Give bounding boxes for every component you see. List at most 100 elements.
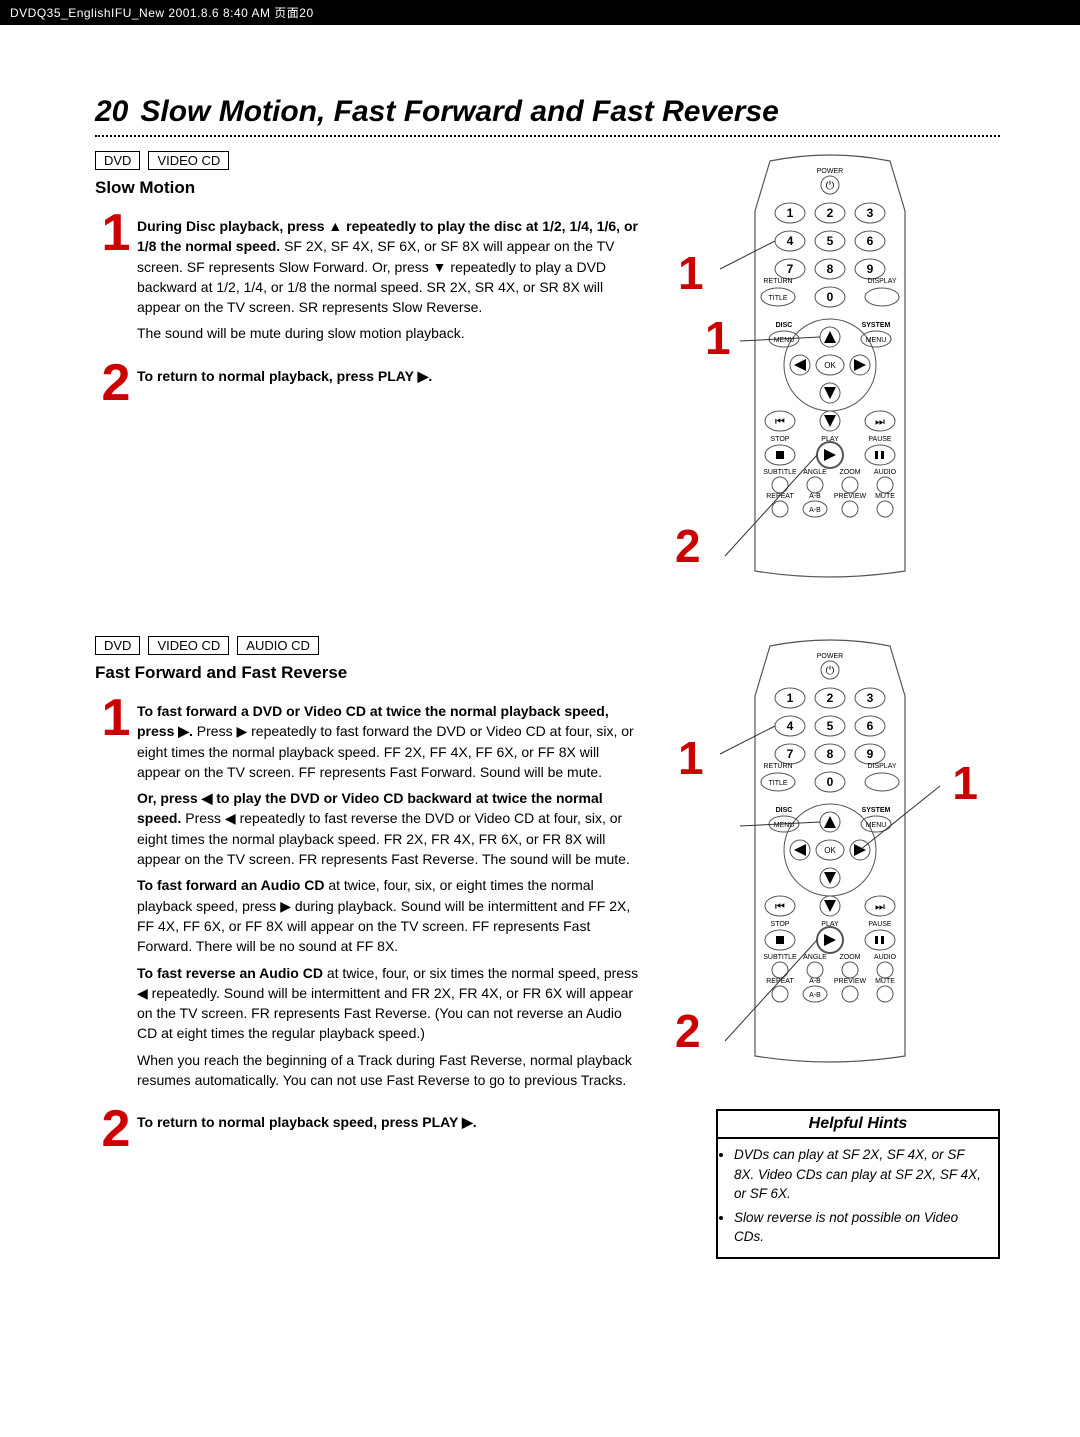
fast-section: DVD VIDEO CD AUDIO CD Fast Forward and F… — [95, 636, 1000, 1259]
svg-text:OK: OK — [824, 846, 836, 855]
callout-2: 2 — [675, 519, 701, 573]
callout-2b: 2 — [675, 1004, 701, 1058]
svg-text:RETURN: RETURN — [763, 278, 792, 285]
svg-text:⏮: ⏮ — [775, 901, 785, 913]
svg-text:STOP: STOP — [771, 921, 790, 928]
svg-text:5: 5 — [827, 234, 834, 248]
svg-text:1: 1 — [787, 206, 794, 220]
page-content: 20 Slow Motion, Fast Forward and Fast Re… — [0, 25, 1080, 1299]
svg-text:SYSTEM: SYSTEM — [862, 807, 891, 814]
slow-motion-heading: Slow Motion — [95, 178, 640, 198]
hint-item: DVDs can play at SF 2X, SF 4X, or SF 8X.… — [734, 1145, 988, 1204]
svg-text:⏻: ⏻ — [826, 665, 835, 677]
slow-step2-text: To return to normal playback, press PLAY… — [137, 366, 432, 386]
svg-text:A-B: A-B — [809, 992, 821, 999]
remote-figure-1: 1 1 2 POWER⏻1234567890RETURNTITLEDISPLAY… — [680, 151, 980, 581]
svg-text:DISPLAY: DISPLAY — [867, 763, 896, 770]
svg-text:PAUSE: PAUSE — [868, 921, 892, 928]
page-title: Slow Motion, Fast Forward and Fast Rever… — [140, 95, 778, 129]
svg-text:MENU: MENU — [866, 337, 887, 344]
svg-text:OK: OK — [824, 361, 836, 370]
callout-1a: 1 — [678, 246, 704, 300]
tag-video-cd: VIDEO CD — [148, 151, 229, 170]
hints-list: DVDs can play at SF 2X, SF 4X, or SF 8X.… — [734, 1145, 988, 1247]
svg-text:ZOOM: ZOOM — [840, 469, 861, 476]
svg-text:TITLE: TITLE — [768, 780, 787, 787]
svg-text:⏭: ⏭ — [875, 901, 885, 913]
fast-p4-lead: To fast reverse an Audio CD — [137, 965, 323, 981]
svg-text:9: 9 — [867, 747, 874, 761]
step-number-1b: 1 — [95, 695, 137, 742]
svg-text:⏭: ⏭ — [875, 416, 885, 428]
fast-p1-body: Press ▶ repeatedly to fast forward the D… — [137, 723, 634, 780]
svg-text:2: 2 — [827, 206, 834, 220]
step-number-2: 2 — [95, 360, 137, 407]
svg-text:ANGLE: ANGLE — [803, 469, 827, 476]
callout-1b: 1 — [705, 311, 731, 365]
svg-text:STOP: STOP — [771, 436, 790, 443]
svg-text:ANGLE: ANGLE — [803, 954, 827, 961]
svg-text:⏮: ⏮ — [775, 416, 785, 428]
svg-text:4: 4 — [787, 719, 794, 733]
svg-text:9: 9 — [867, 262, 874, 276]
slow-step-1: 1 During Disc playback, press ▲ repeated… — [95, 210, 640, 350]
svg-text:DISC: DISC — [776, 322, 793, 329]
slow-step1-tail: The sound will be mute during slow motio… — [137, 323, 640, 343]
fast-step2-text: To return to normal playback speed, pres… — [137, 1112, 477, 1132]
hint-item: Slow reverse is not possible on Video CD… — [734, 1208, 988, 1247]
svg-text:0: 0 — [827, 775, 834, 789]
svg-text:ZOOM: ZOOM — [840, 954, 861, 961]
svg-text:⏻: ⏻ — [826, 180, 835, 192]
svg-text:MUTE: MUTE — [875, 978, 895, 985]
svg-text:AUDIO: AUDIO — [874, 954, 897, 961]
tag-audio-cd: AUDIO CD — [237, 636, 319, 655]
svg-text:A-B: A-B — [809, 493, 821, 500]
svg-text:7: 7 — [787, 262, 794, 276]
svg-text:REPEAT: REPEAT — [766, 978, 794, 985]
svg-text:8: 8 — [827, 262, 834, 276]
svg-text:REPEAT: REPEAT — [766, 493, 794, 500]
hints-title: Helpful Hints — [718, 1111, 998, 1139]
callout-1c: 1 — [678, 731, 704, 785]
svg-text:SUBTITLE: SUBTITLE — [763, 954, 797, 961]
tag-dvd-2: DVD — [95, 636, 140, 655]
fast-step-1: 1 To fast forward a DVD or Video CD at t… — [95, 695, 640, 1096]
step-number-2b: 2 — [95, 1106, 137, 1153]
svg-text:1: 1 — [787, 691, 794, 705]
svg-text:3: 3 — [867, 691, 874, 705]
fast-p2-body: Press ◀ repeatedly to fast reverse the D… — [137, 810, 630, 867]
svg-text:A-B: A-B — [809, 507, 821, 514]
slow-step-2: 2 To return to normal playback, press PL… — [95, 360, 640, 407]
svg-text:DISPLAY: DISPLAY — [867, 278, 896, 285]
svg-text:6: 6 — [867, 234, 874, 248]
page-number: 20 — [95, 95, 128, 129]
svg-text:SYSTEM: SYSTEM — [862, 322, 891, 329]
svg-text:MUTE: MUTE — [875, 493, 895, 500]
svg-text:SUBTITLE: SUBTITLE — [763, 469, 797, 476]
fast-p3-lead: To fast forward an Audio CD — [137, 877, 324, 893]
svg-text:4: 4 — [787, 234, 794, 248]
svg-text:2: 2 — [827, 691, 834, 705]
title-rule — [95, 135, 1000, 137]
print-header: DVDQ35_EnglishIFU_New 2001.8.6 8:40 AM 页… — [0, 0, 1080, 25]
slow-motion-section: DVD VIDEO CD Slow Motion 1 During Disc p… — [95, 151, 1000, 606]
svg-text:8: 8 — [827, 747, 834, 761]
helpful-hints-box: Helpful Hints DVDs can play at SF 2X, SF… — [716, 1109, 1000, 1259]
fast-heading: Fast Forward and Fast Reverse — [95, 663, 640, 683]
svg-text:PREVIEW: PREVIEW — [834, 978, 867, 985]
svg-text:MENU: MENU — [866, 822, 887, 829]
svg-text:DISC: DISC — [776, 807, 793, 814]
svg-text:POWER: POWER — [817, 168, 843, 175]
svg-text:5: 5 — [827, 719, 834, 733]
svg-text:A-B: A-B — [809, 978, 821, 985]
svg-text:7: 7 — [787, 747, 794, 761]
svg-text:PREVIEW: PREVIEW — [834, 493, 867, 500]
svg-text:6: 6 — [867, 719, 874, 733]
svg-text:3: 3 — [867, 206, 874, 220]
svg-text:TITLE: TITLE — [768, 295, 787, 302]
fast-step-2: 2 To return to normal playback speed, pr… — [95, 1106, 640, 1153]
tag-dvd: DVD — [95, 151, 140, 170]
svg-text:AUDIO: AUDIO — [874, 469, 897, 476]
remote-figure-2: 1 1 2 POWER⏻1234567890RETURNTITLEDISPLAY… — [680, 636, 980, 1066]
svg-text:POWER: POWER — [817, 653, 843, 660]
